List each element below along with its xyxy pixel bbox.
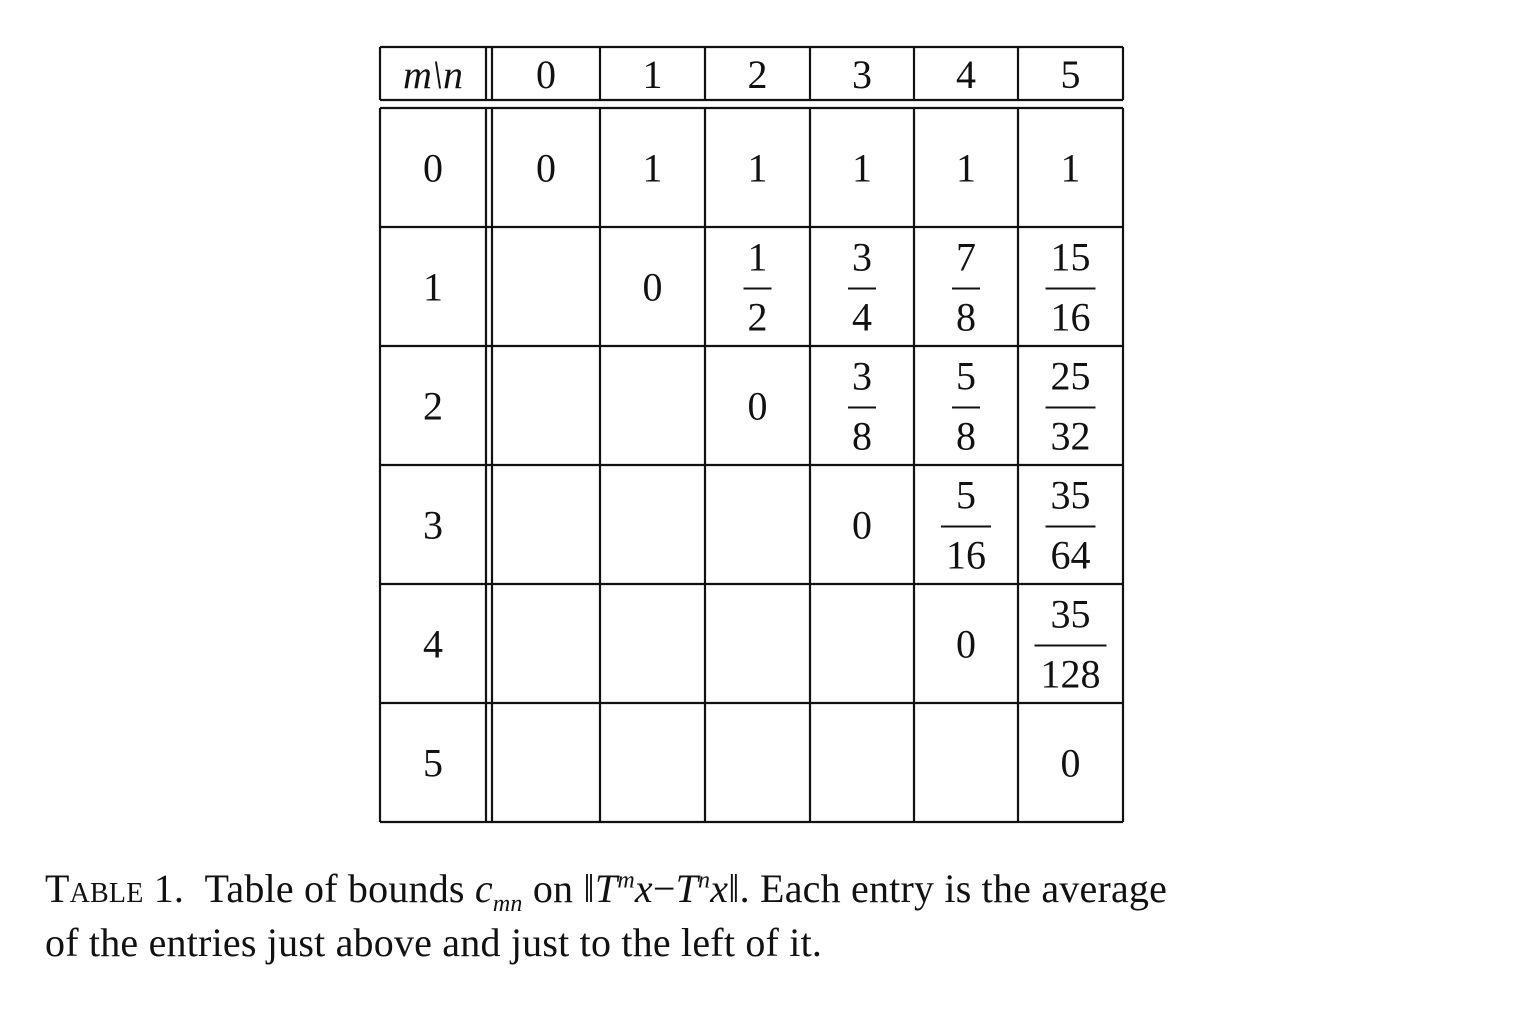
cell-m2-n4-denominator: 8 — [956, 414, 976, 459]
table-caption: Table 1. Table of bounds cmn on ‖Tmx−Tnx… — [45, 862, 1485, 970]
column-header-5: 5 — [1061, 52, 1081, 97]
row-header-5: 5 — [423, 741, 443, 786]
row-header-1: 1 — [423, 265, 443, 310]
cell-m0-n0-value: 0 — [536, 146, 556, 191]
cell-m3-n5-denominator: 64 — [1051, 533, 1091, 578]
row-header-0: 0 — [423, 146, 443, 191]
caption-text-3: . Each entry is the average — [739, 866, 1168, 911]
caption-text-2: on — [532, 866, 574, 911]
cell-m0-n1-value: 1 — [643, 146, 663, 191]
row-header-3: 3 — [423, 503, 443, 548]
row-header-4: 4 — [423, 622, 443, 667]
caption-T2: T — [675, 866, 699, 911]
table-cells: m\n 0 1 2 3 4 5 0 0 1 1 1 1 1 1 0 1 2 3 4 7 8 15 16 2 0 3 8 5 8 25 32 3 0… — [403, 52, 1107, 786]
cell-m3-n3-value: 0 — [852, 503, 872, 548]
cell-m1-n5-denominator: 16 — [1051, 295, 1091, 340]
cell-m3-n4-numerator: 5 — [956, 473, 976, 518]
column-header-3: 3 — [852, 52, 872, 97]
column-header-1: 1 — [643, 52, 663, 97]
caption-line-1: Table 1. Table of bounds cmn on ‖Tmx−Tnx… — [45, 862, 1485, 916]
cell-m0-n3-value: 1 — [852, 146, 872, 191]
caption-symbol-c-sub: mn — [492, 891, 523, 917]
cell-m2-n2-value: 0 — [748, 384, 768, 429]
cell-m1-n5-numerator: 15 — [1051, 235, 1091, 280]
cell-m0-n5-value: 1 — [1061, 146, 1081, 191]
cell-m1-n3-denominator: 4 — [852, 295, 872, 340]
cell-m3-n5-numerator: 35 — [1051, 473, 1091, 518]
cell-m1-n4-numerator: 7 — [956, 235, 976, 280]
caption-T1: T — [594, 866, 618, 911]
cell-m0-n2-value: 1 — [748, 146, 768, 191]
column-header-4: 4 — [956, 52, 976, 97]
caption-line-2: of the entries just above and just to th… — [45, 920, 823, 965]
caption-minus: − — [652, 866, 676, 911]
cell-m1-n1-value: 0 — [643, 265, 663, 310]
bounds-table: m\n 0 1 2 3 4 5 0 0 1 1 1 1 1 1 0 1 2 3 4 7 8 15 16 2 0 3 8 5 8 25 32 3 0… — [378, 45, 1125, 824]
cell-m1-n4-denominator: 8 — [956, 295, 976, 340]
column-header-0: 0 — [536, 52, 556, 97]
cell-m4-n5-denominator: 128 — [1041, 652, 1101, 697]
caption-text-1: Table of bounds — [204, 866, 465, 911]
cell-m2-n3-numerator: 3 — [852, 354, 872, 399]
cell-m2-n4-numerator: 5 — [956, 354, 976, 399]
column-header-2: 2 — [748, 52, 768, 97]
caption-symbol-c: c — [474, 866, 493, 911]
caption-x1: x — [634, 866, 653, 911]
caption-table-label: Table 1. — [45, 866, 185, 911]
caption-T2-sup: n — [698, 867, 711, 894]
cell-m3-n4-denominator: 16 — [946, 533, 986, 578]
cell-m4-n4-value: 0 — [956, 622, 976, 667]
cell-m5-n5-value: 0 — [1061, 741, 1081, 786]
cell-m1-n3-numerator: 3 — [852, 235, 872, 280]
cell-m1-n2-numerator: 1 — [748, 235, 768, 280]
caption-T1-sup: m — [617, 867, 635, 894]
caption-norm-open: ‖ — [583, 866, 595, 911]
caption-x2: x — [710, 866, 729, 911]
cell-m1-n2-denominator: 2 — [748, 295, 768, 340]
cell-m2-n5-denominator: 32 — [1051, 414, 1091, 459]
corner-label: m\n — [403, 52, 463, 97]
cell-m2-n3-denominator: 8 — [852, 414, 872, 459]
cell-m4-n5-numerator: 35 — [1051, 592, 1091, 637]
cell-m2-n5-numerator: 25 — [1051, 354, 1091, 399]
caption-norm-close: ‖ — [728, 866, 740, 911]
row-header-2: 2 — [423, 384, 443, 429]
cell-m0-n4-value: 1 — [956, 146, 976, 191]
